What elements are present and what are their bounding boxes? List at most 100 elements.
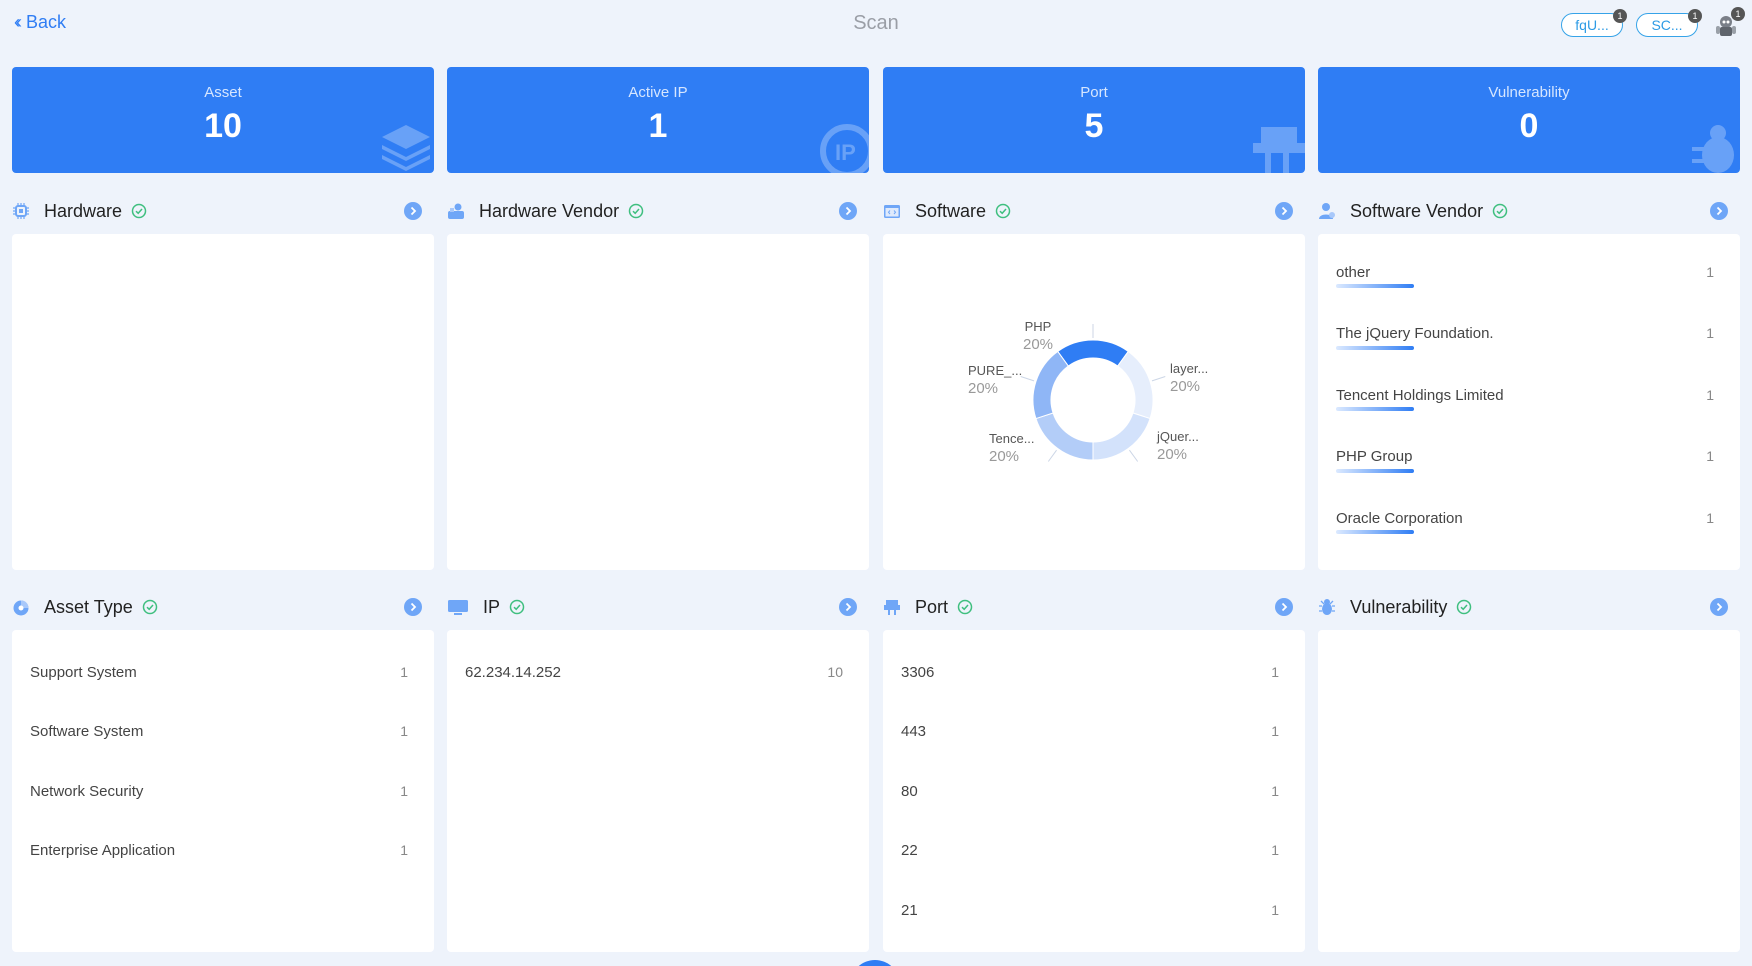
check-circle-icon xyxy=(142,599,157,615)
stat-card-active-ip[interactable]: Active IP 1 IP xyxy=(447,67,869,173)
arrow-right-circle-icon[interactable] xyxy=(839,598,857,616)
section-title: Software xyxy=(915,200,987,221)
donut-slice-0[interactable] xyxy=(1057,339,1129,367)
list-item[interactable]: The jQuery Foundation. 1 xyxy=(1336,325,1714,345)
arrow-right-circle-icon[interactable] xyxy=(1275,202,1293,220)
top-bar: ‹‹ Back Scan fqU... 1 SC... 1 1 xyxy=(0,0,1752,46)
asset-type-name: Enterprise Application xyxy=(30,842,176,859)
stat-value: 10 xyxy=(204,107,242,145)
pie-label-layer: layer... 20% xyxy=(1170,360,1208,396)
vendor-name: Oracle Corporation xyxy=(1336,510,1463,527)
slice-percent: 20% xyxy=(1022,336,1054,353)
notification-badge: 1 xyxy=(1613,9,1627,23)
asset-type-icon xyxy=(13,600,29,616)
list-item[interactable]: Oracle Corporation 1 xyxy=(1336,510,1714,530)
ip-panel: 62.234.14.252 10 xyxy=(447,630,869,952)
vendor-name: other xyxy=(1336,264,1371,281)
port-number: 3306 xyxy=(901,664,935,681)
list-item[interactable]: other 1 xyxy=(1336,264,1714,284)
pie-label-php: PHP 20% xyxy=(1008,318,1068,354)
bug-icon xyxy=(1692,125,1734,173)
pie-label-tencent: Tence... 20% xyxy=(989,430,1035,466)
floating-action-button[interactable] xyxy=(850,960,900,966)
vendor-name: The jQuery Foundation. xyxy=(1336,325,1494,342)
asset-type-count: 1 xyxy=(400,664,408,680)
slice-name: Tence... xyxy=(989,431,1035,446)
software-donut-chart xyxy=(1020,324,1166,462)
check-circle-icon xyxy=(1457,599,1472,615)
arrow-right-circle-icon[interactable] xyxy=(1710,202,1728,220)
donut-slice-4[interactable] xyxy=(1032,350,1070,420)
scan-tag-pill-2[interactable]: SC... 1 xyxy=(1636,9,1702,37)
list-item[interactable]: 443 1 xyxy=(901,723,1279,743)
donut-slice-2[interactable] xyxy=(1092,412,1151,461)
section-header-software-vendor: Software Vendor xyxy=(1318,198,1728,224)
section-header-vulnerability: Vulnerability xyxy=(1318,594,1728,620)
user-icon xyxy=(1319,203,1335,219)
port-number: 21 xyxy=(901,902,918,919)
list-item[interactable]: 80 1 xyxy=(901,783,1279,803)
donut-slice-1[interactable] xyxy=(1116,350,1154,420)
list-item[interactable]: Network Security 1 xyxy=(30,783,408,803)
list-item[interactable]: 21 1 xyxy=(901,902,1279,922)
slice-percent: 20% xyxy=(989,448,1020,465)
section-title: IP xyxy=(483,596,501,617)
slice-percent: 20% xyxy=(1170,378,1201,395)
page-title: Scan xyxy=(853,12,899,34)
list-item[interactable]: 62.234.14.252 10 xyxy=(465,664,843,684)
list-item[interactable]: Software System 1 xyxy=(30,723,408,743)
layers-icon xyxy=(382,125,430,171)
bug-icon xyxy=(1319,599,1335,615)
stat-card-vulnerability[interactable]: Vulnerability 0 xyxy=(1318,67,1740,173)
stat-label: Asset xyxy=(204,84,242,101)
port-count: 1 xyxy=(1271,902,1279,918)
slice-name: PHP xyxy=(1024,319,1052,334)
pill-label: fqU... xyxy=(1575,17,1609,33)
asset-type-name: Software System xyxy=(30,723,144,740)
arrow-right-circle-icon[interactable] xyxy=(404,598,422,616)
stat-card-port[interactable]: Port 5 xyxy=(883,67,1305,173)
list-item[interactable]: PHP Group 1 xyxy=(1336,448,1714,468)
check-circle-icon xyxy=(957,599,973,615)
progress-bar xyxy=(1336,407,1414,411)
progress-bar xyxy=(1336,469,1414,473)
port-icon xyxy=(884,600,900,615)
check-circle-icon xyxy=(131,203,147,219)
list-item[interactable]: 3306 1 xyxy=(901,664,1279,684)
list-item[interactable]: Enterprise Application 1 xyxy=(30,842,408,862)
port-icon xyxy=(1253,127,1305,173)
list-item[interactable]: Tencent Holdings Limited 1 xyxy=(1336,387,1714,407)
arrow-right-circle-icon[interactable] xyxy=(839,202,857,220)
robot-avatar-button[interactable]: 1 xyxy=(1713,7,1745,38)
donut-slice-3[interactable] xyxy=(1035,412,1094,461)
stat-label: Active IP xyxy=(628,84,688,101)
section-header-port: Port xyxy=(883,594,1293,620)
port-count: 1 xyxy=(1271,783,1279,799)
port-number: 22 xyxy=(901,842,918,859)
scan-tag-pill-1[interactable]: fqU... 1 xyxy=(1561,9,1627,37)
arrow-right-circle-icon[interactable] xyxy=(1710,598,1728,616)
vendor-name: PHP Group xyxy=(1336,448,1413,465)
slice-percent: 20% xyxy=(1157,446,1188,463)
pie-label-jquery: jQuer... 20% xyxy=(1157,428,1199,464)
asset-type-name: Support System xyxy=(30,664,137,681)
asset-type-name: Network Security xyxy=(30,783,144,800)
arrow-right-circle-icon[interactable] xyxy=(404,202,422,220)
section-header-ip: IP xyxy=(447,594,857,620)
stat-value: 0 xyxy=(1519,107,1539,145)
progress-bar xyxy=(1336,346,1414,350)
port-number: 443 xyxy=(901,723,927,740)
check-circle-icon xyxy=(509,599,525,615)
vendor-count: 1 xyxy=(1706,448,1714,464)
section-title: Asset Type xyxy=(44,596,133,617)
slice-name: jQuer... xyxy=(1157,429,1199,444)
list-item[interactable]: 22 1 xyxy=(901,842,1279,862)
asset-type-count: 1 xyxy=(400,842,408,858)
list-item[interactable]: Support System 1 xyxy=(30,664,408,684)
vulnerability-panel xyxy=(1318,630,1740,952)
port-panel: 3306 1 443 1 80 1 22 1 21 1 xyxy=(883,630,1305,952)
stat-card-asset[interactable]: Asset 10 xyxy=(12,67,434,173)
port-number: 80 xyxy=(901,783,918,800)
arrow-right-circle-icon[interactable] xyxy=(1275,598,1293,616)
notification-badge: 1 xyxy=(1731,7,1745,21)
